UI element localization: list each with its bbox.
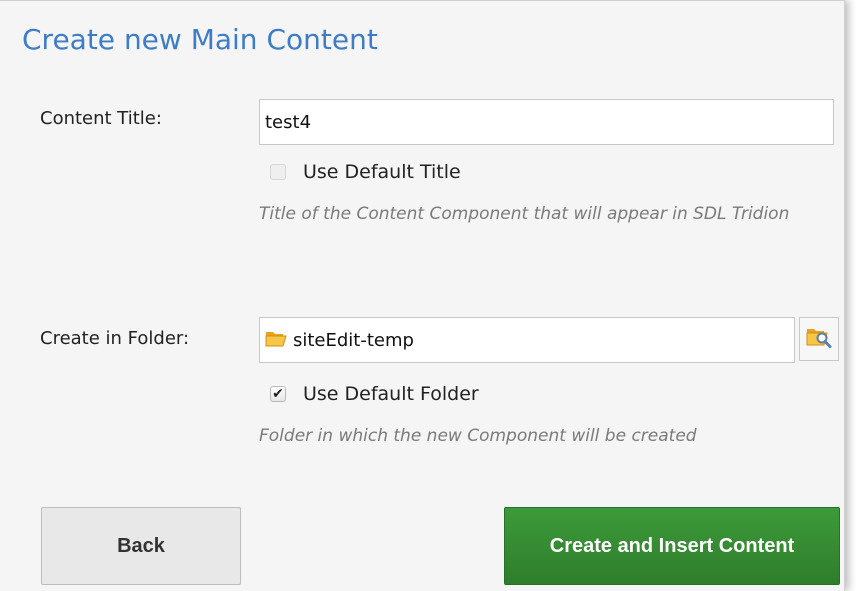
folder-label: Create in Folder: bbox=[40, 328, 190, 349]
create-and-insert-button[interactable]: Create and Insert Content bbox=[504, 507, 840, 585]
use-default-title-checkbox-row[interactable]: Use Default Title bbox=[270, 161, 461, 183]
content-title-label: Content Title: bbox=[40, 108, 162, 129]
use-default-folder-checkbox-row[interactable]: ✔ Use Default Folder bbox=[270, 383, 479, 405]
use-default-folder-checkbox[interactable]: ✔ bbox=[270, 386, 286, 402]
folder-hint: Folder in which the new Component will b… bbox=[259, 426, 697, 446]
browse-folder-button[interactable] bbox=[799, 317, 839, 361]
content-title-input[interactable] bbox=[259, 99, 834, 145]
folder-field[interactable]: siteEdit-temp bbox=[259, 317, 795, 363]
use-default-title-label: Use Default Title bbox=[303, 161, 461, 183]
folder-value: siteEdit-temp bbox=[293, 329, 414, 351]
content-title-hint: Title of the Content Component that will… bbox=[259, 204, 790, 224]
back-button[interactable]: Back bbox=[41, 507, 241, 585]
create-content-dialog: Create new Main Content Content Title: U… bbox=[0, 0, 845, 591]
dialog-title: Create new Main Content bbox=[22, 23, 378, 56]
use-default-folder-label: Use Default Folder bbox=[303, 383, 479, 405]
folder-icon bbox=[265, 329, 287, 351]
folder-search-icon bbox=[806, 326, 832, 352]
use-default-title-checkbox[interactable] bbox=[270, 164, 286, 180]
